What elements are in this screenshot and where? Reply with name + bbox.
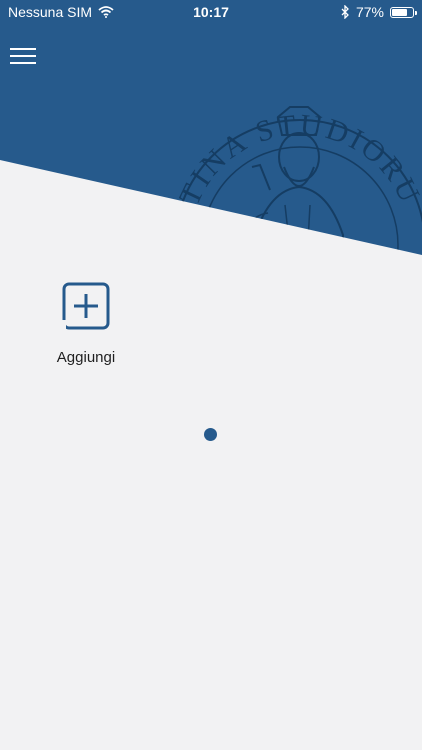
svg-text:NTINA STUDIORU: NTINA STUDIORU xyxy=(165,108,422,232)
add-square-icon xyxy=(62,282,110,330)
seal-text: NTINA STUDIORU xyxy=(165,108,422,232)
bluetooth-icon xyxy=(341,5,349,19)
university-seal-icon: NTINA STUDIORU xyxy=(165,106,422,255)
battery-tip xyxy=(415,10,417,15)
status-bar: Nessuna SIM 10:17 77% xyxy=(0,0,422,24)
header-banner: NTINA STUDIORU xyxy=(0,0,422,255)
add-button[interactable]: Aggiungi xyxy=(50,282,122,366)
loading-indicator xyxy=(204,428,217,441)
menu-line xyxy=(10,62,36,64)
right-status-area: 77% xyxy=(341,4,417,20)
battery-icon xyxy=(390,6,417,18)
battery-percent: 77% xyxy=(355,4,384,20)
add-button-label: Aggiungi xyxy=(56,349,116,366)
menu-line xyxy=(10,48,36,50)
menu-line xyxy=(10,55,36,57)
battery-fill xyxy=(392,8,407,16)
hamburger-menu-icon[interactable] xyxy=(10,44,36,66)
